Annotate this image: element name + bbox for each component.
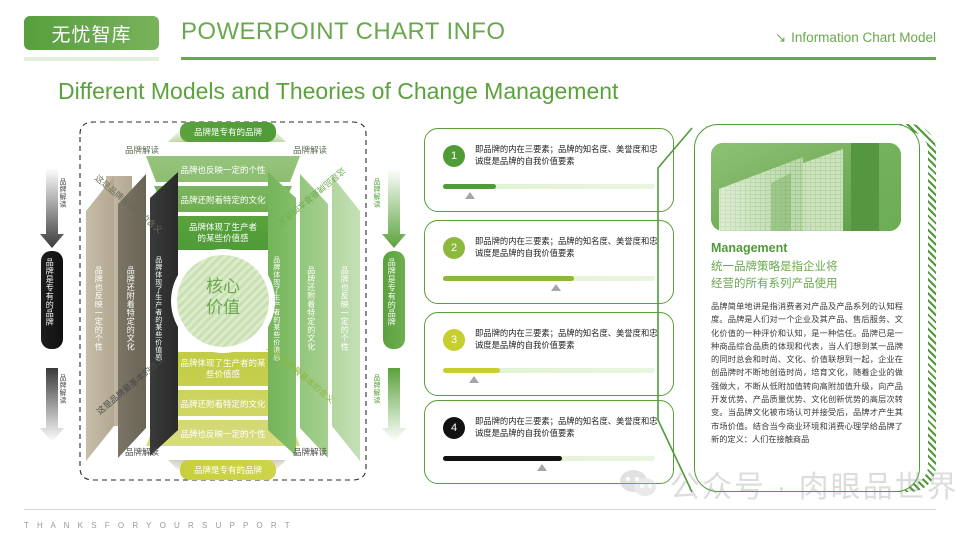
card-description: 即品牌的内在三要素；品牌的知名度、美誉度和忠诚度是品牌的自我价值要素 bbox=[475, 144, 658, 167]
detail-panel: Management 统一品牌策略是指企业将 经营的所有系列产品使用 品牌简单地讲… bbox=[694, 124, 936, 492]
logo-underline bbox=[24, 57, 159, 61]
diagram-right-pill-label: 品牌是专有的品牌 bbox=[387, 258, 397, 326]
panel-heading: Management bbox=[711, 241, 788, 255]
photo-graphic bbox=[711, 143, 901, 231]
card-item-3[interactable]: 3 即品牌的内在三要素；品牌的知名度、美誉度和忠诚度是品牌的自我价值要素 bbox=[424, 312, 674, 396]
arrow-down-right-icon: ↘ bbox=[775, 30, 787, 45]
card-progress-marker bbox=[551, 284, 561, 291]
header-divider bbox=[181, 57, 936, 60]
diagram-left-pill-label: 品牌是专有的品牌 bbox=[45, 258, 55, 326]
diagram-caption-right-lower: 品牌解读 bbox=[373, 374, 381, 404]
card-number-badge: 3 bbox=[443, 329, 465, 351]
card-item-2[interactable]: 2 即品牌的内在三要素；品牌的知名度、美誉度和忠诚度是品牌的自我价值要素 bbox=[424, 220, 674, 304]
page-title: POWERPOINT CHART INFO bbox=[181, 18, 506, 45]
card-progress-marker bbox=[465, 192, 475, 199]
diagram-right-bar-2: 品牌还附着特定的文化 bbox=[306, 266, 316, 351]
diagram-caption-bottom-left: 品牌解读 bbox=[124, 447, 159, 457]
center-line-1: 核心 bbox=[206, 277, 240, 296]
diagram-top-bar-2: 品牌还附着特定的文化 bbox=[180, 195, 266, 205]
glass-building-photo bbox=[711, 143, 901, 231]
card-progress-fill bbox=[443, 276, 575, 281]
panel-card: Management 统一品牌策略是指企业将 经营的所有系列产品使用 品牌简单地讲… bbox=[694, 124, 920, 492]
diagram-bottom-bar-2: 品牌还附着特定的文化 bbox=[180, 399, 266, 409]
diagram-bottom-bar-3: 品牌也反映一定的个性 bbox=[180, 429, 266, 439]
diagram-left-bar-3: 品牌体现了生产者的某些价值感 bbox=[154, 256, 162, 361]
slide-heading: Different Models and Theories of Change … bbox=[58, 78, 619, 104]
card-number-badge: 2 bbox=[443, 237, 465, 259]
card-list: 1 即品牌的内在三要素；品牌的知名度、美誉度和忠诚度是品牌的自我价值要素 2 即… bbox=[424, 128, 674, 486]
diagram-caption-left-lower: 品牌解读 bbox=[59, 374, 67, 404]
card-description: 即品牌的内在三要素；品牌的知名度、美誉度和忠诚度是品牌的自我价值要素 bbox=[475, 328, 658, 351]
diagram-caption-right-upper: 品牌解读 bbox=[373, 178, 381, 208]
card-progress-track[interactable] bbox=[443, 276, 655, 281]
center-line-2: 价值 bbox=[206, 298, 240, 318]
diagram-caption-top-right: 品牌解读 bbox=[292, 145, 327, 155]
card-progress-track[interactable] bbox=[443, 368, 655, 373]
diagram-top-pill-label: 品牌是专有的品牌 bbox=[193, 127, 262, 137]
diagram-top-bar-3: 品牌体现了生产者 的某些价值感 bbox=[188, 222, 257, 244]
diagram-left-bar-1: 品牌也反映一定的个性 bbox=[94, 266, 104, 351]
card-item-1[interactable]: 1 即品牌的内在三要素；品牌的知名度、美誉度和忠诚度是品牌的自我价值要素 bbox=[424, 128, 674, 212]
card-description: 即品牌的内在三要素；品牌的知名度、美誉度和忠诚度是品牌的自我价值要素 bbox=[475, 416, 658, 439]
diagram-center-label: 核心 价值 bbox=[171, 276, 275, 319]
card-progress-marker bbox=[469, 376, 479, 383]
card-item-4[interactable]: 4 即品牌的内在三要素；品牌的知名度、美誉度和忠诚度是品牌的自我价值要素 bbox=[424, 400, 674, 484]
brand-logo: 无忧智库 bbox=[24, 16, 159, 50]
diagram-caption-left-upper: 品牌解读 bbox=[59, 178, 67, 208]
diagram-bottom-bar-1: 品牌体现了生产者的某 些价值感 bbox=[180, 358, 266, 380]
card-progress-track[interactable] bbox=[443, 456, 655, 461]
diagram-top-bar-1: 品牌也反映一定的个性 bbox=[180, 165, 266, 175]
card-number-badge: 4 bbox=[443, 417, 465, 439]
panel-subheading: 统一品牌策略是指企业将 经营的所有系列产品使用 bbox=[711, 261, 838, 290]
card-description: 即品牌的内在三要素；品牌的知名度、美誉度和忠诚度是品牌的自我价值要素 bbox=[475, 236, 658, 259]
card-progress-fill bbox=[443, 456, 562, 461]
header-right-group: ↘ Information Chart Model bbox=[775, 30, 936, 45]
card-progress-track[interactable] bbox=[443, 184, 655, 189]
brand-logo-label: 无忧智库 bbox=[51, 24, 132, 46]
diamond-diagram: 品牌是专有的品牌 品牌是专有的品牌 品牌解读 品牌解读 品牌解读 品牌解读 品牌… bbox=[28, 116, 418, 486]
slide-root: 无忧智库 POWERPOINT CHART INFO ↘ Information… bbox=[0, 0, 960, 540]
diagram-caption-bottom-right: 品牌解读 bbox=[292, 447, 327, 457]
diagram-left-bar-2: 品牌还附着特定的文化 bbox=[126, 266, 136, 351]
diagram-caption-top-left: 品牌解读 bbox=[124, 145, 159, 155]
diagram-bottom-pill-label: 品牌是专有的品牌 bbox=[193, 465, 262, 475]
card-progress-fill bbox=[443, 368, 501, 373]
panel-body-text: 品牌简单地讲是指消费者对产品及产品系列的认知程度。品牌是人们对一个企业及其产品、… bbox=[711, 302, 903, 444]
card-progress-fill bbox=[443, 184, 496, 189]
diagram-right-bar-3: 品牌也反映一定的个性 bbox=[340, 266, 350, 351]
footer-divider bbox=[24, 509, 936, 510]
card-number-badge: 1 bbox=[443, 145, 465, 167]
footer-thanks: T H A N K S F O R Y O U R S U P P O R T bbox=[24, 521, 293, 530]
header-right-label: Information Chart Model bbox=[791, 30, 936, 45]
card-progress-marker bbox=[537, 464, 547, 471]
